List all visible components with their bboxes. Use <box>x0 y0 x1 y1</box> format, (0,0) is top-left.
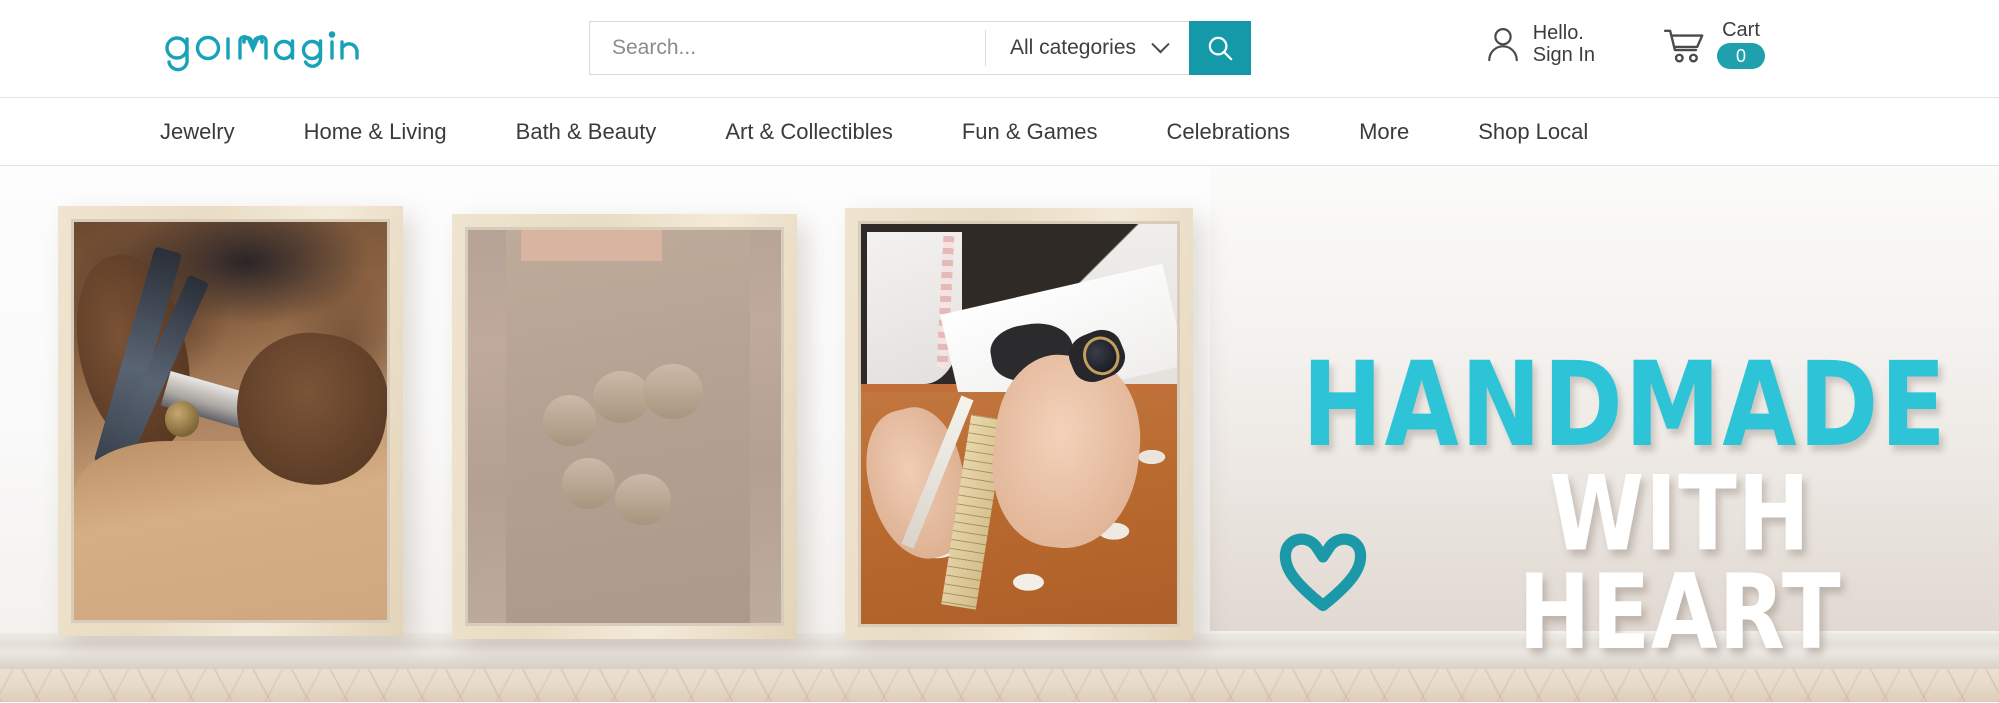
search-button[interactable] <box>1189 21 1251 75</box>
nav-item-art-collectibles[interactable]: Art & Collectibles <box>725 119 893 145</box>
account-action: Sign In <box>1532 44 1595 67</box>
cart-button[interactable]: Cart 0 <box>1662 20 1765 69</box>
nav-item-shop-local[interactable]: Shop Local <box>1478 119 1588 145</box>
nav-item-bath-beauty[interactable]: Bath & Beauty <box>516 119 657 145</box>
banner-frame-pottery: Clay covered hands shaping pottery <box>452 214 797 639</box>
page-root: goimagine All categories <box>0 0 1999 703</box>
frame-mat <box>858 221 1180 627</box>
frame-mat <box>71 219 390 623</box>
account-text: Hello. Sign In <box>1533 22 1595 67</box>
account-greeting: Hello. <box>1532 22 1584 44</box>
nav-item-fun-games[interactable]: Fun & Games <box>962 119 1098 145</box>
banner-frame-fabric: Hands measuring floral fabric with a rul… <box>845 208 1193 640</box>
cart-label: Cart <box>1722 19 1760 41</box>
search-box: All categories <box>589 21 1189 75</box>
photo-fabric-measuring <box>861 224 1177 624</box>
photo-leather-cutting <box>74 222 387 620</box>
photo-shear-pivot <box>164 401 200 437</box>
search-icon <box>1208 36 1233 61</box>
search-input[interactable] <box>590 22 985 74</box>
photo-clay-hands <box>468 230 781 623</box>
category-select[interactable]: All categories <box>986 22 1189 74</box>
photo-clay-knuckle <box>615 473 672 525</box>
frame-mat <box>465 227 784 626</box>
photo-clay-knuckle <box>543 395 597 447</box>
account-signin-button[interactable]: Hello. Sign In <box>1485 22 1595 67</box>
search-bar: All categories <box>589 21 1251 75</box>
nav-item-home-living[interactable]: Home & Living <box>304 119 447 145</box>
banner-frame-leather: Hands cutting leather with shears <box>58 206 403 636</box>
site-logo[interactable]: goimagine <box>160 20 360 78</box>
nav-item-more[interactable]: More <box>1359 119 1409 145</box>
goimagine-logo-icon <box>165 31 359 72</box>
banner-floor <box>0 669 1999 702</box>
site-header: goimagine All categories <box>0 0 1999 98</box>
chevron-down-icon <box>1151 34 1170 53</box>
hero-banner[interactable]: Hands cutting leather with shears Clay c… <box>0 166 1999 702</box>
user-icon <box>1487 28 1518 62</box>
main-navigation: Jewelry Home & Living Bath & Beauty Art … <box>0 98 1999 166</box>
shopping-cart-icon <box>1663 29 1704 63</box>
cart-text: Cart 0 <box>1717 20 1765 69</box>
cart-count-badge: 0 <box>1717 43 1765 69</box>
category-select-label: All categories <box>1009 36 1136 59</box>
nav-item-celebrations[interactable]: Celebrations <box>1167 119 1291 145</box>
photo-clay-knuckle <box>643 363 703 419</box>
nav-item-jewelry[interactable]: Jewelry <box>160 119 235 145</box>
photo-apron-top <box>521 230 663 262</box>
photo-clay-knuckle <box>593 371 650 423</box>
photo-clay-knuckle <box>561 457 616 510</box>
